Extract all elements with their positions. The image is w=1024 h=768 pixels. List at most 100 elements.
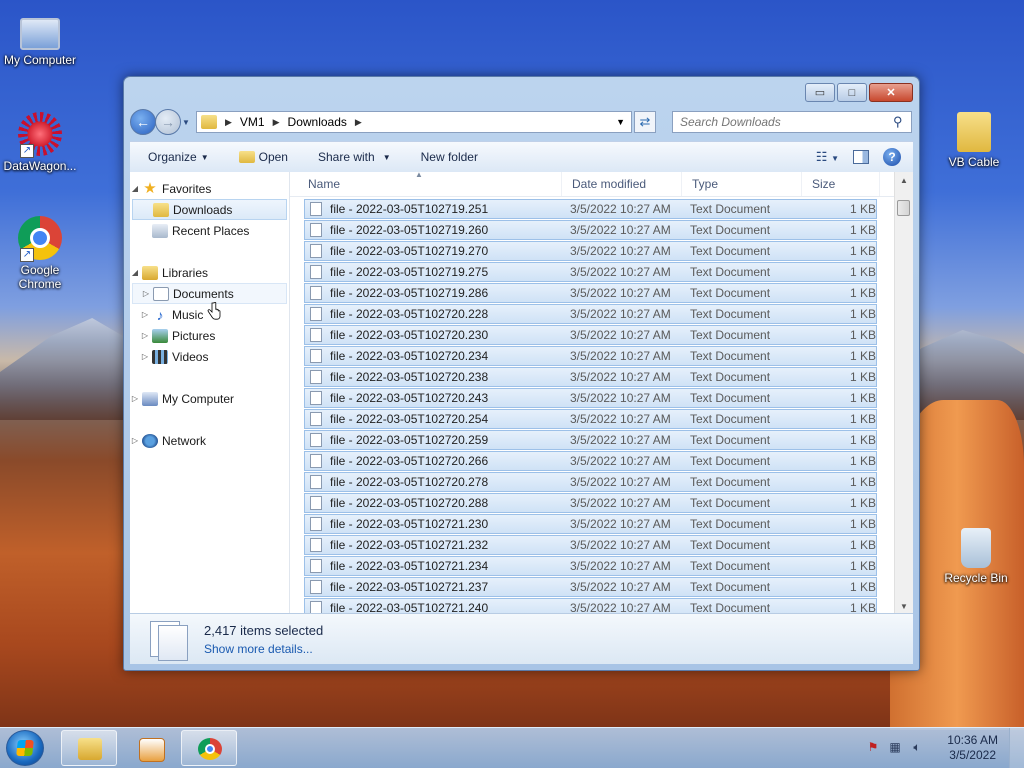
nav-libraries[interactable]: ◢ Libraries	[130, 262, 289, 283]
file-type: Text Document	[690, 559, 771, 573]
volume-icon[interactable]: 🔈︎	[910, 740, 924, 754]
scroll-up-icon[interactable]: ▲	[895, 172, 913, 189]
taskbar-explorer-button[interactable]	[61, 730, 117, 766]
nav-recent-places[interactable]: Recent Places	[130, 220, 289, 241]
taskbar-chrome-button[interactable]	[181, 730, 237, 766]
refresh-button[interactable]: ⇄	[634, 111, 656, 133]
expanded-triangle-icon[interactable]: ◢	[130, 184, 140, 193]
table-row[interactable]: file - 2022-03-05T102720.234 3/5/2022 10:…	[304, 346, 877, 366]
help-icon[interactable]: ?	[883, 148, 901, 166]
nav-documents[interactable]: ▷ Documents	[132, 283, 287, 304]
collapsed-triangle-icon[interactable]: ▷	[130, 394, 140, 403]
chevron-down-icon: ▼	[182, 117, 190, 127]
table-row[interactable]: file - 2022-03-05T102721.237 3/5/2022 10:…	[304, 577, 877, 597]
videos-icon	[152, 349, 168, 364]
table-row[interactable]: file - 2022-03-05T102720.259 3/5/2022 10:…	[304, 430, 877, 450]
table-row[interactable]: file - 2022-03-05T102719.286 3/5/2022 10:…	[304, 283, 877, 303]
collapsed-triangle-icon[interactable]: ▷	[141, 289, 151, 298]
desktop-icon-recycle-bin[interactable]: Recycle Bin	[936, 528, 1016, 585]
open-button[interactable]: Open	[219, 150, 298, 164]
table-row[interactable]: file - 2022-03-05T102720.228 3/5/2022 10:…	[304, 304, 877, 324]
column-name[interactable]: ▲ Name	[290, 172, 562, 196]
breadcrumb-separator-icon[interactable]: ▶	[225, 117, 232, 128]
table-row[interactable]: file - 2022-03-05T102720.238 3/5/2022 10:…	[304, 367, 877, 387]
table-row[interactable]: file - 2022-03-05T102720.266 3/5/2022 10:…	[304, 451, 877, 471]
desktop-icon-my-computer[interactable]: My Computer	[0, 10, 80, 67]
maximize-button[interactable]: □	[837, 83, 867, 102]
collapsed-triangle-icon[interactable]: ▷	[140, 352, 150, 361]
downloads-folder-icon	[153, 202, 169, 217]
caret-down-icon: ▼	[200, 152, 209, 162]
address-bar[interactable]: ▶ VM1 ▶ Downloads ▶ ▼	[196, 111, 632, 133]
action-center-flag-icon[interactable]: ⚑	[866, 740, 880, 754]
table-row[interactable]: file - 2022-03-05T102720.288 3/5/2022 10:…	[304, 493, 877, 513]
nav-videos[interactable]: ▷ Videos	[130, 346, 289, 367]
nav-pictures[interactable]: ▷ Pictures	[130, 325, 289, 346]
breadcrumb-separator-icon[interactable]: ▶	[273, 117, 280, 128]
column-size[interactable]: Size	[802, 172, 880, 196]
recent-pages-button[interactable]: ▼	[182, 118, 192, 127]
desktop-icon-datawagon[interactable]: ↗ DataWagon...	[0, 112, 80, 173]
text-document-icon	[310, 538, 322, 552]
breadcrumb-separator-icon[interactable]: ▶	[355, 117, 362, 128]
collapsed-triangle-icon[interactable]: ▷	[140, 310, 150, 319]
system-clock[interactable]: 10:36 AM 3/5/2022	[947, 733, 998, 763]
vertical-scrollbar[interactable]: ▲ ▼	[894, 172, 913, 615]
folder-icon	[957, 112, 991, 152]
table-row[interactable]: file - 2022-03-05T102720.254 3/5/2022 10:…	[304, 409, 877, 429]
expanded-triangle-icon[interactable]: ◢	[130, 268, 140, 277]
breadcrumb-vm1[interactable]: VM1	[240, 115, 265, 129]
start-button[interactable]	[6, 730, 44, 766]
file-name: file - 2022-03-05T102721.230	[330, 517, 489, 531]
table-row[interactable]: file - 2022-03-05T102720.243 3/5/2022 10:…	[304, 388, 877, 408]
change-view-button[interactable]: ☷ ▼	[816, 149, 839, 165]
search-input[interactable]	[672, 111, 912, 133]
close-button[interactable]: ✕	[869, 83, 913, 102]
back-button[interactable]: ←	[130, 109, 156, 135]
nav-favorites[interactable]: ◢ ★ Favorites	[130, 178, 289, 199]
nav-downloads[interactable]: Downloads	[132, 199, 287, 220]
desktop-icon-vb-cable[interactable]: VB Cable	[934, 112, 1014, 169]
file-type: Text Document	[690, 538, 771, 552]
file-date: 3/5/2022 10:27 AM	[570, 244, 671, 258]
show-desktop-button[interactable]	[1009, 728, 1024, 768]
table-row[interactable]: file - 2022-03-05T102720.278 3/5/2022 10:…	[304, 472, 877, 492]
organize-button[interactable]: Organize ▼	[130, 150, 219, 164]
table-row[interactable]: file - 2022-03-05T102721.234 3/5/2022 10:…	[304, 556, 877, 576]
breadcrumb-downloads[interactable]: Downloads	[288, 115, 347, 129]
column-date-modified[interactable]: Date modified	[562, 172, 682, 196]
preview-pane-icon[interactable]	[853, 150, 869, 164]
command-bar: Organize ▼ Open Share with ▼ New folder ☷ …	[130, 141, 913, 173]
desktop-icon-google-chrome[interactable]: ↗ Google Chrome	[0, 216, 80, 291]
table-row[interactable]: file - 2022-03-05T102719.260 3/5/2022 10:…	[304, 220, 877, 240]
minimize-button[interactable]: ▭	[805, 83, 835, 102]
table-row[interactable]: file - 2022-03-05T102719.275 3/5/2022 10:…	[304, 262, 877, 282]
taskbar-media-player-button[interactable]	[122, 730, 178, 766]
file-size: 1 KB	[849, 328, 876, 342]
collapsed-triangle-icon[interactable]: ▷	[140, 331, 150, 340]
table-row[interactable]: file - 2022-03-05T102721.232 3/5/2022 10:…	[304, 535, 877, 555]
nav-network[interactable]: ▷ Network	[130, 430, 289, 451]
file-name: file - 2022-03-05T102721.232	[330, 538, 489, 552]
nav-my-computer[interactable]: ▷ My Computer	[130, 388, 289, 409]
open-label: Open	[258, 150, 288, 164]
search-icon[interactable]: ⚲	[893, 114, 907, 129]
new-folder-button[interactable]: New folder	[401, 150, 488, 164]
table-row[interactable]: file - 2022-03-05T102719.270 3/5/2022 10:…	[304, 241, 877, 261]
share-with-button[interactable]: Share with ▼	[298, 150, 401, 164]
file-date: 3/5/2022 10:27 AM	[570, 433, 671, 447]
address-dropdown-icon[interactable]: ▼	[616, 117, 625, 127]
table-row[interactable]: file - 2022-03-05T102721.230 3/5/2022 10:…	[304, 514, 877, 534]
scroll-thumb[interactable]	[897, 200, 910, 216]
table-row[interactable]: file - 2022-03-05T102719.251 3/5/2022 10:…	[304, 199, 877, 219]
open-folder-icon	[238, 151, 255, 163]
network-status-icon[interactable]: ▦	[888, 740, 902, 754]
desktop-icon-label: DataWagon...	[3, 159, 77, 173]
text-document-icon	[310, 307, 322, 321]
column-type[interactable]: Type	[682, 172, 802, 196]
show-more-details-link[interactable]: Show more details...	[204, 642, 323, 656]
column-label: Name	[308, 177, 341, 191]
table-row[interactable]: file - 2022-03-05T102720.230 3/5/2022 10:…	[304, 325, 877, 345]
forward-button[interactable]: →	[155, 109, 181, 135]
collapsed-triangle-icon[interactable]: ▷	[130, 436, 140, 445]
